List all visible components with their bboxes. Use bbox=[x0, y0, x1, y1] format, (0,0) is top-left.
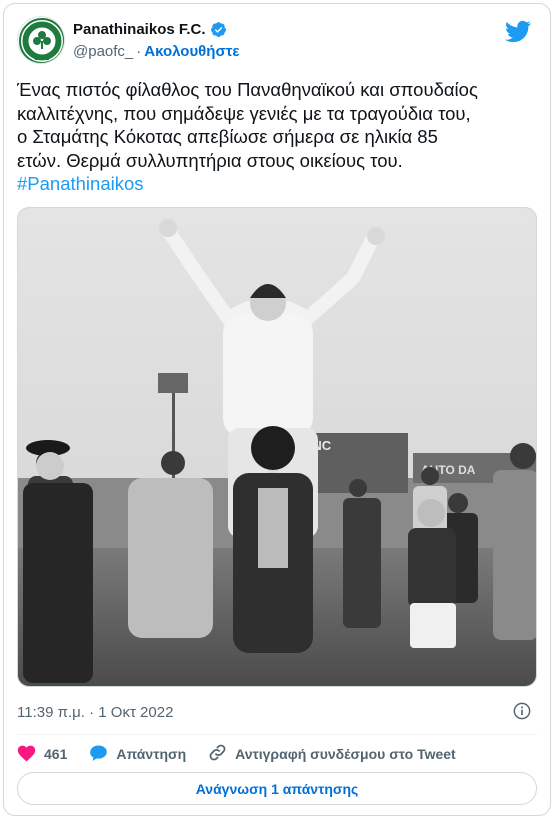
reply-button[interactable]: Απάντηση bbox=[89, 744, 186, 765]
photo-illustration: HNC AUTO DA bbox=[18, 208, 536, 686]
tweet-photo[interactable]: HNC AUTO DA bbox=[17, 207, 537, 687]
like-count: 461 bbox=[44, 746, 68, 762]
avatar[interactable] bbox=[17, 16, 65, 64]
tweet-text-line: Ένας πιστός φίλαθλος του Παναθηναϊκού κα… bbox=[17, 79, 478, 100]
club-crest-logo bbox=[19, 18, 64, 63]
link-icon bbox=[208, 743, 227, 765]
tweet-card: Panathinaikos F.C. @paofc_ · Ακολουθήστε… bbox=[3, 3, 551, 816]
account-name[interactable]: Panathinaikos F.C. bbox=[73, 21, 206, 38]
tweet-date: 1 Οκτ 2022 bbox=[98, 704, 174, 721]
verified-badge-icon bbox=[210, 21, 227, 38]
divider bbox=[17, 734, 537, 735]
tweet-actions: 461 Απάντηση Αντιγραφή συνδέσμου στο Twe… bbox=[17, 742, 478, 766]
copy-link-label: Αντιγραφή συνδέσμου στο Tweet bbox=[235, 746, 456, 762]
twitter-bird-icon[interactable] bbox=[505, 20, 531, 47]
tweet-text-line: ετών. Θερμά συλλυπητήρια στους οικείους … bbox=[17, 149, 403, 171]
reply-label: Απάντηση bbox=[116, 746, 187, 762]
account-handle[interactable]: @paofc_ bbox=[73, 43, 133, 60]
like-button[interactable]: 461 bbox=[17, 744, 67, 765]
info-icon[interactable] bbox=[513, 702, 531, 725]
hashtag-link[interactable]: #Panathinaikos bbox=[17, 173, 144, 194]
reply-bubble-icon bbox=[89, 744, 108, 765]
tweet-time: 11:39 π.μ. bbox=[17, 704, 85, 721]
tweet-timestamp[interactable]: 11:39 π.μ. · 1 Οκτ 2022 bbox=[17, 704, 173, 721]
copy-link-button[interactable]: Αντιγραφή συνδέσμου στο Tweet bbox=[208, 743, 456, 765]
heart-icon bbox=[17, 744, 36, 765]
follow-button[interactable]: Ακολουθήστε bbox=[144, 43, 239, 60]
tweet-text-line: καλλιτέχνης, που σημάδεψε γενιές με τα τ… bbox=[17, 102, 471, 124]
name-row: Panathinaikos F.C. bbox=[73, 21, 227, 38]
handle-row: @paofc_ · Ακολουθήστε bbox=[73, 43, 240, 60]
separator-dot: · bbox=[89, 704, 95, 721]
read-replies-button[interactable]: Ανάγνωση 1 απάντησης bbox=[17, 772, 537, 805]
tweet-text-line: ο Σταμάτης Κόκοτας απεβίωσε σήμερα σε ηλ… bbox=[17, 126, 438, 147]
tweet-text: Ένας πιστός φίλαθλος του Παναθηναϊκού κα… bbox=[17, 78, 543, 196]
separator-dot: · bbox=[136, 43, 142, 60]
tweet-header: Panathinaikos F.C. @paofc_ · Ακολουθήστε bbox=[17, 16, 537, 64]
